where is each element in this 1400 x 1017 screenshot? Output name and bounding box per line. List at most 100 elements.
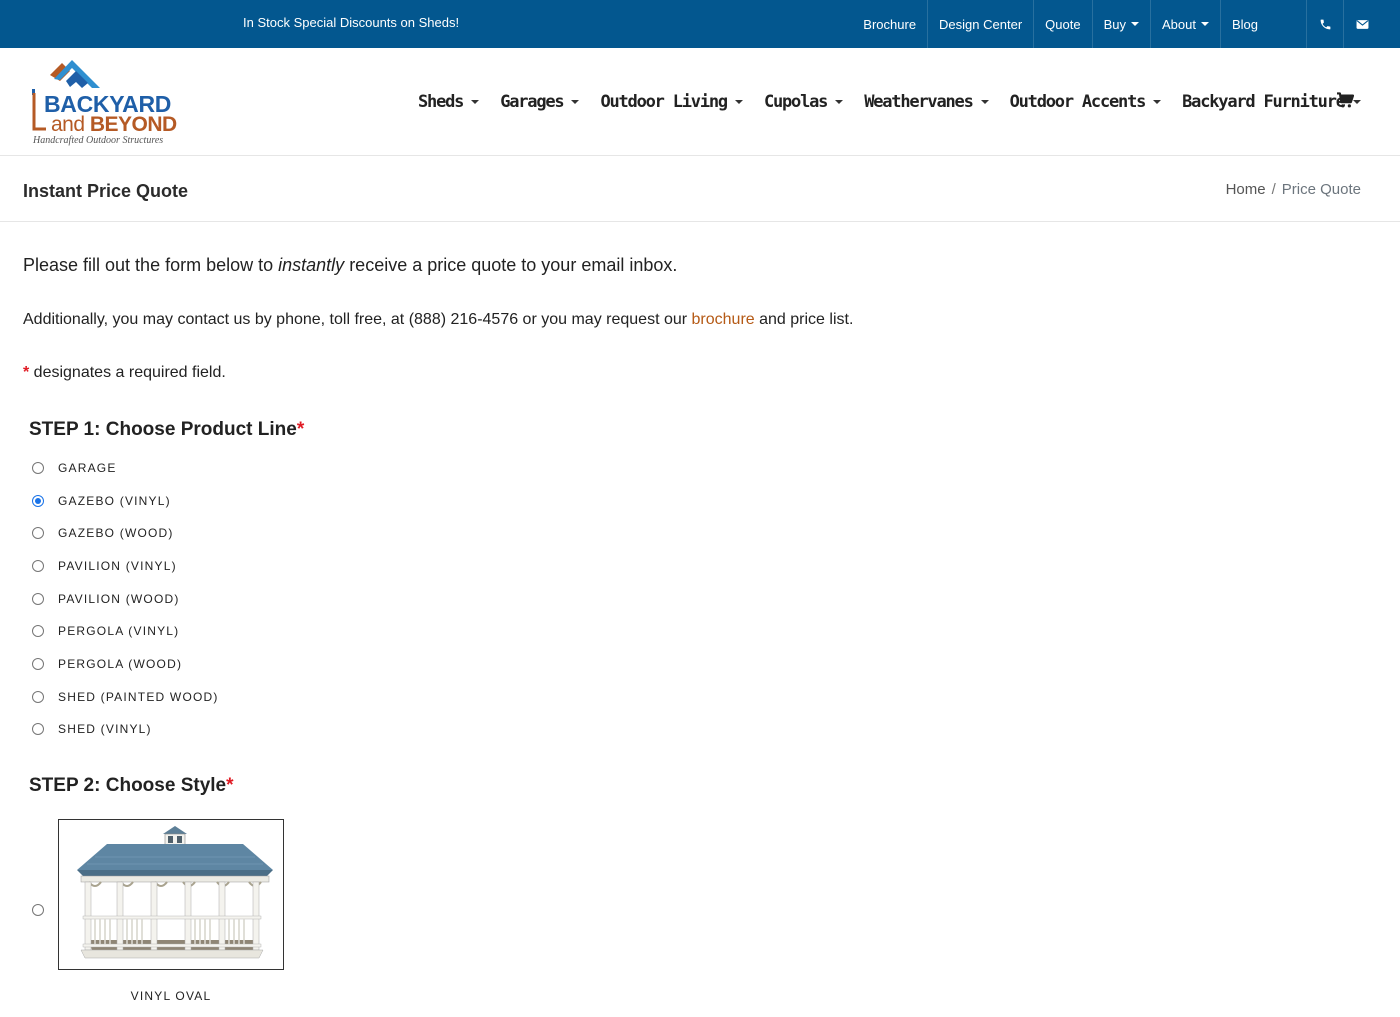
product-option-gazebo-vinyl[interactable]: GAZEBO (VINYL) — [32, 493, 171, 509]
contact-before: Additionally, you may contact us by phon… — [23, 311, 692, 328]
gazebo-image — [77, 826, 273, 959]
intro-text: Please fill out the form below to instan… — [23, 255, 677, 276]
required-note: * designates a required field. — [23, 364, 226, 382]
step-1-prefix: STEP 1: — [29, 419, 101, 440]
required-star: * — [226, 775, 234, 796]
site-logo[interactable]: BACKYARD and BEYOND Handcrafted Outdoor … — [30, 59, 190, 147]
style-option-vinyl-oval-image[interactable] — [58, 819, 284, 970]
required-star: * — [296, 419, 305, 440]
cart-button[interactable] — [1336, 92, 1355, 113]
page-title-bar: Instant Price Quote Home / Price Quote — [0, 157, 1400, 222]
main-nav-label: Cupolas — [763, 92, 828, 112]
product-option-pergola-vinyl[interactable]: PERGOLA (VINYL) — [32, 623, 179, 639]
caret-down-icon — [835, 100, 844, 104]
main-nav-cupolas[interactable]: Cupolas — [763, 92, 844, 112]
product-option-shed-painted-wood[interactable]: SHED (PAINTED WOOD) — [32, 689, 219, 705]
caret-down-icon — [980, 100, 989, 104]
step-1-heading: STEP 1: Choose Product Line* — [29, 419, 304, 441]
required-note-text: designates a required field. — [29, 364, 226, 381]
email-icon — [1356, 19, 1368, 29]
top-nav-buy-label: Buy — [1103, 16, 1126, 32]
site-header: BACKYARD and BEYOND Handcrafted Outdoor … — [0, 48, 1400, 156]
top-nav-brochure[interactable]: Brochure — [852, 0, 927, 48]
cart-icon — [1337, 92, 1355, 108]
main-nav-outdoor-accents[interactable]: Outdoor Accents — [1010, 92, 1162, 112]
radio-label: GAZEBO (VINYL) — [58, 494, 171, 508]
top-nav-about[interactable]: About — [1149, 0, 1220, 48]
top-nav-blog[interactable]: Blog — [1219, 0, 1269, 48]
product-option-gazebo-wood[interactable]: GAZEBO (WOOD) — [32, 525, 174, 541]
main-nav-outdoor-living[interactable]: Outdoor Living — [600, 92, 743, 112]
email-button[interactable] — [1343, 0, 1380, 48]
radio-label: SHED (PAINTED WOOD) — [58, 690, 219, 704]
breadcrumb-separator: / — [1271, 181, 1276, 198]
top-nav: Brochure Design Center Quote Buy About B… — [852, 0, 1400, 48]
radio-label: GARAGE — [58, 461, 117, 475]
radio-label: PAVILION (VINYL) — [58, 559, 177, 573]
breadcrumb-current: Price Quote — [1281, 181, 1361, 198]
product-option-garage[interactable]: GARAGE — [32, 460, 117, 476]
intro-before: Please fill out the form below to — [23, 255, 279, 275]
radio-button[interactable] — [32, 723, 44, 735]
step-1-label: Choose Product Line — [100, 419, 297, 440]
caret-down-icon — [1130, 22, 1139, 26]
main-nav-garages[interactable]: Garages — [500, 92, 580, 112]
step-2-label: Choose Style — [100, 775, 227, 796]
logo-roof-icon — [32, 60, 100, 95]
top-nav-buy[interactable]: Buy — [1091, 0, 1150, 48]
product-option-shed-vinyl[interactable]: SHED (VINYL) — [32, 721, 152, 737]
phone-icon — [1320, 19, 1330, 29]
radio-label: SHED (VINYL) — [58, 722, 152, 736]
radio-label: PAVILION (WOOD) — [58, 592, 180, 606]
breadcrumb-home[interactable]: Home — [1226, 181, 1266, 198]
contact-text: Additionally, you may contact us by phon… — [23, 311, 853, 329]
promo-text[interactable]: In Stock Special Discounts on Sheds! — [243, 15, 459, 30]
main-nav-weathervanes[interactable]: Weathervanes — [864, 92, 989, 112]
radio-button[interactable] — [32, 527, 44, 539]
product-option-pergola-wood[interactable]: PERGOLA (WOOD) — [32, 656, 182, 672]
radio-button[interactable] — [32, 691, 44, 703]
caret-down-icon — [571, 100, 580, 104]
style-option-vinyl-oval-label: VINYL OVAL — [130, 989, 212, 1003]
top-nav-quote[interactable]: Quote — [1033, 0, 1091, 48]
main-nav-label: Outdoor Living — [600, 92, 728, 112]
caret-down-icon — [734, 100, 743, 104]
radio-button[interactable] — [32, 658, 44, 670]
step-2-heading: STEP 2: Choose Style* — [29, 775, 234, 797]
top-nav-about-label: About — [1161, 16, 1196, 32]
caret-down-icon — [471, 100, 480, 104]
main-nav-label: Sheds — [418, 92, 464, 112]
radio-button[interactable] — [32, 462, 44, 474]
radio-button[interactable] — [32, 560, 44, 572]
main-nav-backyard-furniture[interactable]: Backyard Furniture — [1182, 92, 1361, 112]
radio-label: PERGOLA (WOOD) — [58, 657, 183, 671]
brochure-link[interactable]: brochure — [692, 311, 755, 328]
style-option-vinyl-oval-radio[interactable] — [32, 904, 44, 916]
main-nav-label: Garages — [500, 92, 564, 112]
logo-line-2-a: and — [51, 113, 90, 136]
contact-after: and price list. — [754, 311, 854, 328]
radio-label: PERGOLA (VINYL) — [58, 624, 180, 638]
breadcrumb: Home / Price Quote — [1226, 181, 1361, 198]
top-bar: In Stock Special Discounts on Sheds! Bro… — [0, 0, 1400, 48]
top-nav-design-center[interactable]: Design Center — [927, 0, 1033, 48]
main-nav-sheds[interactable]: Sheds — [418, 92, 480, 112]
radio-button[interactable] — [32, 495, 44, 507]
logo-line-2: and BEYOND — [51, 113, 177, 137]
main-nav-label: Outdoor Accents — [1009, 92, 1147, 112]
product-option-pavilion-wood[interactable]: PAVILION (WOOD) — [32, 591, 180, 607]
radio-label: GAZEBO (WOOD) — [58, 526, 174, 540]
main-nav-label: Backyard Furniture — [1182, 92, 1346, 112]
main-nav: Sheds Garages Outdoor Living Cupolas Wea… — [418, 92, 1382, 112]
radio-button[interactable] — [32, 593, 44, 605]
step-2-prefix: STEP 2: — [29, 775, 101, 796]
intro-after: receive a price quote to your email inbo… — [344, 255, 678, 275]
product-option-pavilion-vinyl[interactable]: PAVILION (VINYL) — [32, 558, 177, 574]
intro-emphasis: instantly — [278, 255, 345, 275]
caret-down-icon — [1200, 22, 1209, 26]
caret-down-icon — [1153, 100, 1162, 104]
page-title: Instant Price Quote — [23, 181, 189, 201]
radio-button[interactable] — [32, 625, 44, 637]
phone-button[interactable] — [1306, 0, 1343, 48]
logo-tagline: Handcrafted Outdoor Structures — [33, 135, 164, 146]
